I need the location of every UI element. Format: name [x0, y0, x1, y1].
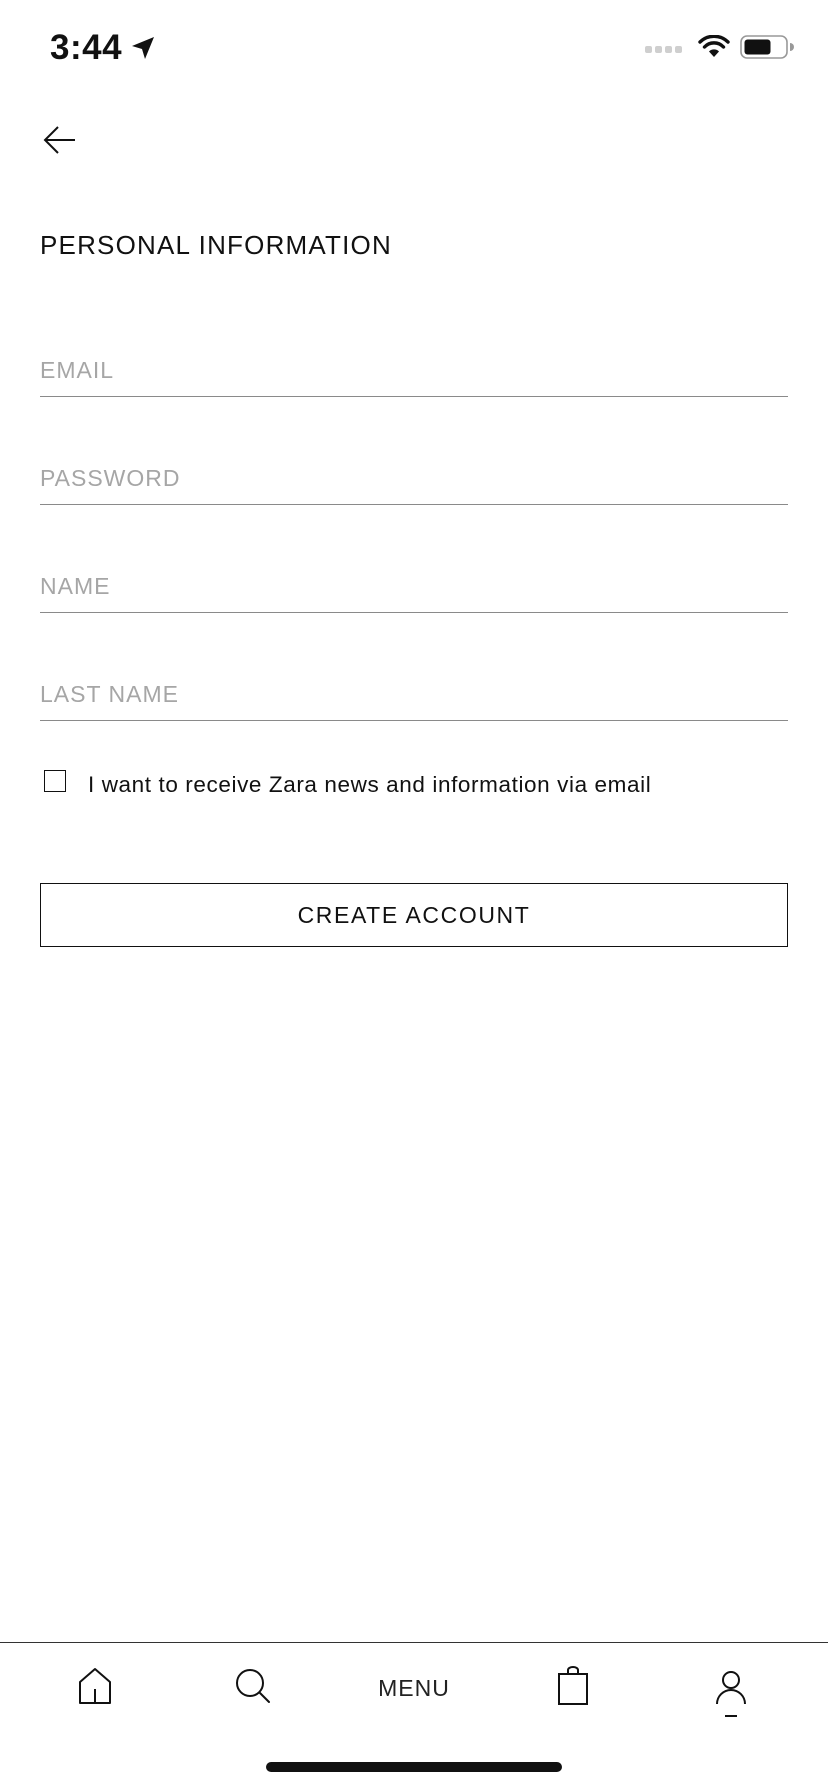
tab-bag[interactable]: [548, 1663, 598, 1713]
status-time-group: 3:44: [50, 28, 156, 68]
menu-label: MENU: [378, 1674, 450, 1701]
create-account-button[interactable]: CREATE ACCOUNT: [40, 883, 788, 947]
password-input[interactable]: [40, 465, 788, 492]
name-field[interactable]: [40, 552, 788, 613]
wifi-icon: [698, 34, 730, 64]
last-name-input[interactable]: [40, 681, 788, 708]
page-title: PERSONAL INFORMATION: [40, 230, 392, 260]
create-account-screen: 3:44 PERSONAL INFORMATION EMAIL NAME LAS…: [0, 0, 828, 1792]
tab-search[interactable]: [228, 1663, 278, 1713]
email-input[interactable]: [40, 357, 788, 384]
home-icon: [78, 1667, 112, 1710]
newsletter-label: I want to receive Zara news and informat…: [88, 772, 652, 797]
status-icons: [645, 34, 794, 65]
password-field[interactable]: [40, 444, 788, 505]
arrow-left-icon: [43, 125, 77, 160]
tab-menu[interactable]: MENU: [364, 1663, 464, 1713]
signal-icon: [645, 46, 682, 53]
last-name-field[interactable]: [40, 660, 788, 721]
home-indicator[interactable]: [266, 1762, 562, 1772]
user-icon: [714, 1670, 748, 1723]
tab-home[interactable]: [70, 1663, 120, 1713]
shopping-bag-icon: [556, 1665, 590, 1711]
email-field[interactable]: [40, 336, 788, 397]
status-time: 3:44: [50, 28, 123, 67]
battery-icon: [740, 34, 794, 65]
status-bar: 3:44: [0, 0, 828, 100]
newsletter-option[interactable]: I want to receive Zara news and informat…: [44, 770, 652, 798]
back-button[interactable]: [36, 118, 84, 166]
name-input[interactable]: [40, 573, 788, 600]
location-arrow-icon: [130, 35, 156, 61]
tab-account[interactable]: [706, 1661, 756, 1731]
newsletter-checkbox[interactable]: [44, 770, 66, 792]
search-icon: [234, 1667, 272, 1710]
